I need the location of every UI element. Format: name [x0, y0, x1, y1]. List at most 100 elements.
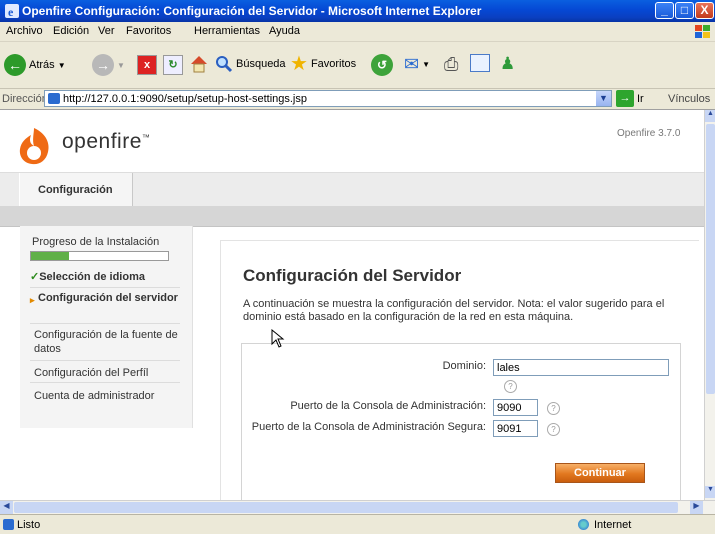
- edit-button[interactable]: [470, 54, 490, 72]
- history-button[interactable]: ↺: [371, 54, 393, 76]
- address-dropdown-icon[interactable]: ▼: [596, 91, 611, 106]
- favorites-button[interactable]: ★ Favoritos: [290, 54, 356, 74]
- back-label: Atrás: [29, 59, 55, 71]
- step-perfil: Configuración del Perfíl: [30, 366, 180, 383]
- menu-favoritos[interactable]: Favoritos: [126, 25, 171, 37]
- menu-ver[interactable]: Ver: [98, 25, 115, 37]
- back-button[interactable]: ← Atrás ▼: [4, 54, 66, 76]
- forward-button[interactable]: → ▼: [92, 54, 125, 76]
- progress-fill: [31, 252, 70, 260]
- go-arrow-icon[interactable]: →: [616, 90, 634, 107]
- svg-text:e: e: [8, 5, 14, 19]
- title-bar: e Openfire Configuración: Configuración …: [0, 0, 715, 22]
- go-button[interactable]: Ir: [637, 93, 644, 105]
- minimize-button[interactable]: _: [655, 2, 674, 19]
- forward-arrow-icon: →: [92, 54, 114, 76]
- server-settings-form: Dominio: ? Puerto de la Consola de Admin…: [241, 343, 681, 500]
- toolbar: ← Atrás ▼ → ▼ x ↻ Búsqueda ★ Favoritos ↺…: [0, 42, 715, 89]
- globe-icon: [578, 519, 589, 530]
- check-icon: ✓: [30, 271, 40, 283]
- status-bar: Listo Internet: [0, 514, 715, 534]
- stop-icon: x: [137, 55, 157, 75]
- domain-help-icon[interactable]: ?: [504, 380, 517, 393]
- ie-icon: e: [5, 4, 19, 19]
- close-button[interactable]: X: [695, 2, 714, 19]
- back-arrow-icon: ←: [4, 54, 26, 76]
- window-title: Openfire Configuración: Configuración de…: [22, 4, 482, 18]
- mail-icon: ✉: [404, 54, 420, 74]
- page-status-icon: [3, 519, 14, 530]
- maximize-button[interactable]: □: [675, 2, 694, 19]
- browser-viewport: openfire™ Openfire 3.7.0 Configuración P…: [0, 110, 704, 500]
- domain-input[interactable]: [493, 359, 669, 376]
- home-button[interactable]: [189, 54, 209, 74]
- edit-icon: [470, 54, 490, 72]
- print-button[interactable]: ⎙: [444, 54, 458, 75]
- refresh-button[interactable]: ↻: [163, 55, 183, 75]
- stop-button[interactable]: x: [137, 55, 157, 75]
- home-icon: [191, 56, 207, 73]
- tab-configuracion[interactable]: Configuración: [19, 173, 133, 207]
- page-icon: [48, 93, 60, 104]
- address-input[interactable]: http://127.0.0.1:9090/setup/setup-host-s…: [44, 90, 612, 107]
- favorites-label: Favoritos: [310, 58, 357, 70]
- menu-bar: Archivo Edición Ver Favoritos Herramient…: [0, 22, 715, 42]
- step-fuente-datos: Configuración de la fuente de datos: [30, 328, 180, 361]
- messenger-button[interactable]: ♟: [500, 54, 515, 74]
- scroll-thumb[interactable]: [706, 124, 715, 394]
- messenger-icon: ♟: [500, 54, 516, 73]
- mouse-cursor-icon: [271, 329, 285, 348]
- links-button[interactable]: Vínculos: [668, 93, 710, 105]
- menu-ayuda[interactable]: Ayuda: [269, 25, 300, 37]
- tab-bar: Configuración: [0, 172, 704, 208]
- openfire-logo-icon: [19, 128, 49, 165]
- vertical-scrollbar[interactable]: ▲ ▼: [704, 110, 715, 500]
- openfire-logo-text: openfire™: [62, 130, 151, 153]
- address-label: Dirección: [2, 93, 48, 105]
- domain-label: Dominio:: [442, 360, 486, 372]
- menu-herramientas[interactable]: Herramientas: [194, 25, 260, 37]
- search-icon: [216, 56, 233, 73]
- search-button[interactable]: Búsqueda: [215, 55, 286, 73]
- secure-port-input[interactable]: [493, 420, 538, 437]
- step-seleccion-idioma: ✓Selección de idioma: [30, 270, 180, 288]
- printer-icon: ⎙: [444, 54, 459, 74]
- step-cuenta-administrador: Cuenta de administrador: [34, 390, 155, 402]
- subnav-strip: [0, 206, 704, 227]
- secure-port-label: Puerto de la Consola de Administración S…: [251, 421, 486, 433]
- refresh-icon: ↻: [163, 55, 183, 75]
- search-label: Búsqueda: [236, 58, 286, 70]
- setup-sidebar: Progreso de la Instalación ✓Selección de…: [20, 226, 193, 428]
- mail-button[interactable]: ✉ ▼: [404, 54, 430, 75]
- menu-archivo[interactable]: Archivo: [6, 25, 43, 37]
- dropdown-icon: ▼: [117, 60, 125, 70]
- scroll-down-icon[interactable]: ▼: [705, 486, 715, 498]
- scroll-right-icon[interactable]: ▶: [690, 501, 703, 514]
- page-title: Configuración del Servidor: [243, 266, 462, 285]
- hscroll-thumb[interactable]: [14, 502, 678, 513]
- version-label: Openfire 3.7.0: [617, 128, 681, 139]
- horizontal-scrollbar[interactable]: ◀ ▶: [0, 500, 715, 515]
- progress-bar: [30, 251, 169, 261]
- status-text: Listo: [17, 519, 41, 531]
- zone-label: Internet: [594, 519, 632, 531]
- progress-label: Progreso de la Instalación: [32, 236, 160, 248]
- address-url: http://127.0.0.1:9090/setup/setup-host-s…: [63, 93, 307, 105]
- secure-port-help-icon[interactable]: ?: [547, 423, 560, 436]
- admin-port-input[interactable]: [493, 399, 538, 416]
- continue-button[interactable]: Continuar: [555, 463, 645, 483]
- intro-text: A continuación se muestra la configuraci…: [243, 298, 665, 323]
- admin-port-label: Puerto de la Consola de Administración:: [290, 400, 486, 412]
- dropdown-icon: ▼: [422, 60, 431, 69]
- scroll-left-icon[interactable]: ◀: [0, 501, 13, 514]
- scroll-up-icon[interactable]: ▲: [705, 110, 715, 122]
- address-bar: Dirección http://127.0.0.1:9090/setup/se…: [0, 89, 715, 110]
- current-step-arrow-icon: ▸: [30, 295, 35, 305]
- menu-edicion[interactable]: Edición: [53, 25, 89, 37]
- dropdown-icon: ▼: [57, 60, 66, 70]
- windows-logo-icon: [695, 25, 710, 38]
- step-configuracion-servidor: ▸ Configuración del servidor: [30, 291, 180, 324]
- admin-port-help-icon[interactable]: ?: [547, 402, 560, 415]
- history-icon: ↺: [371, 54, 393, 76]
- star-icon: ★: [290, 53, 308, 75]
